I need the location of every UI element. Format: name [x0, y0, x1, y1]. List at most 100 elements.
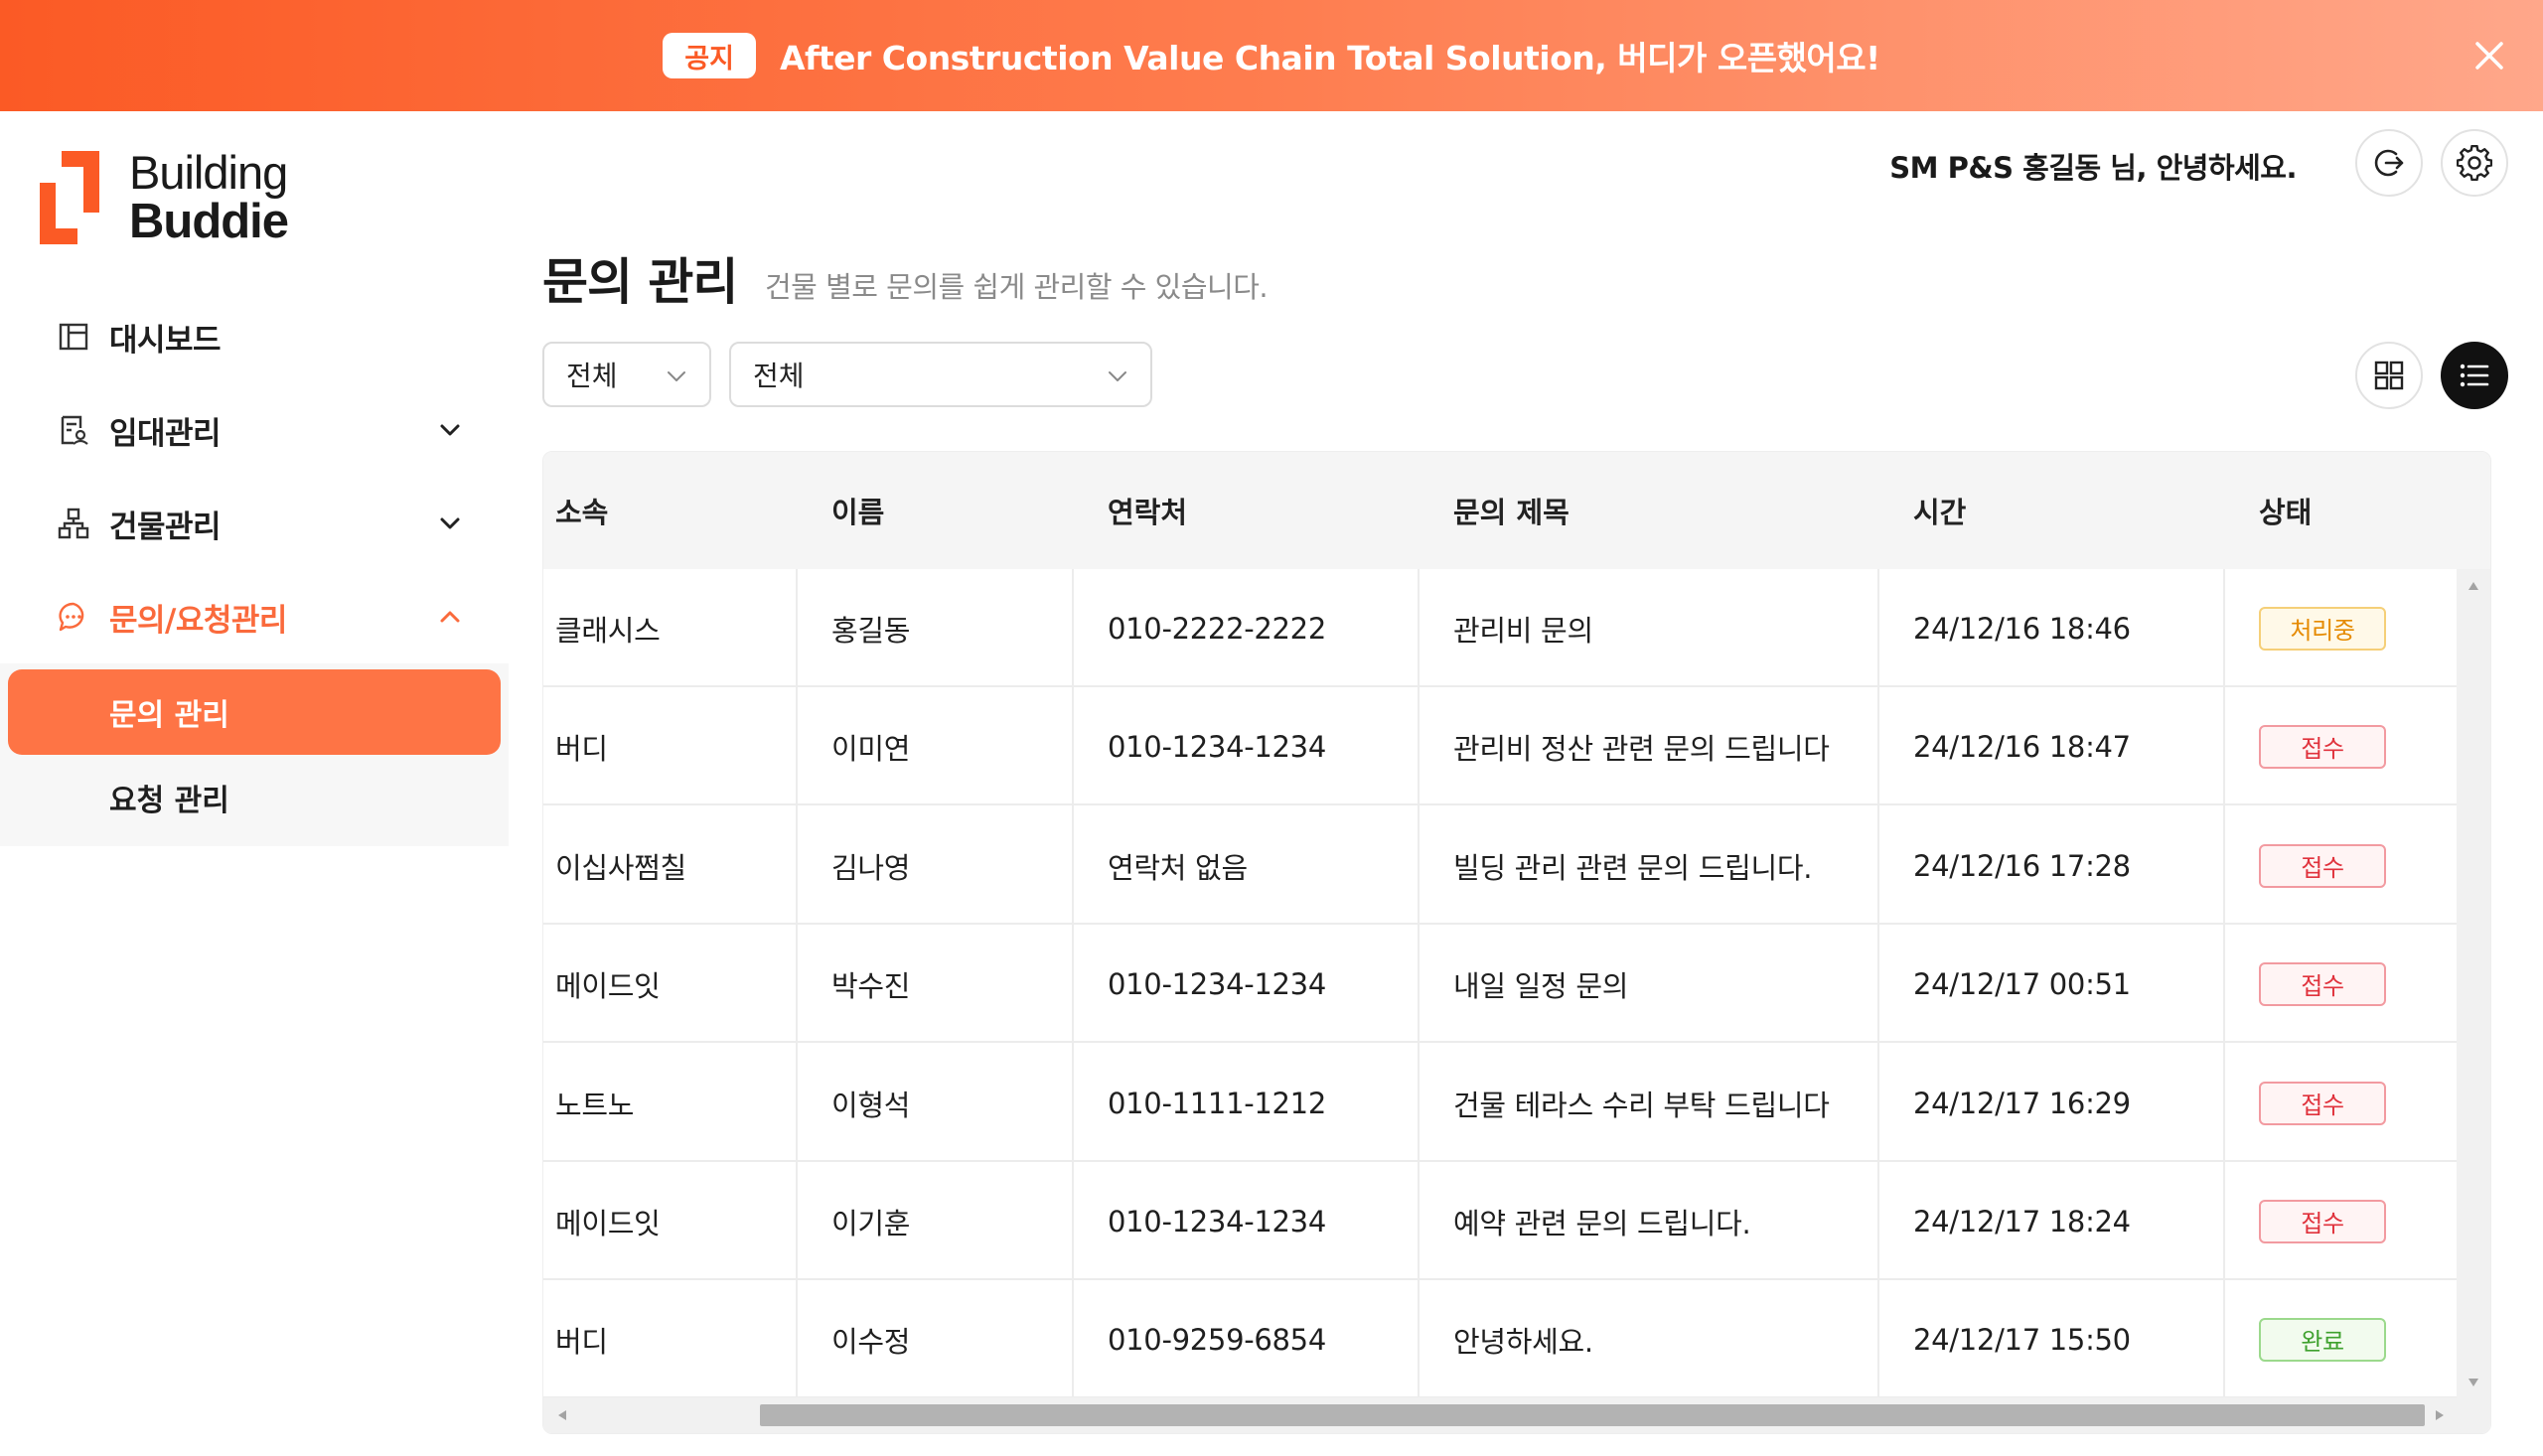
cell-org: 이십사쩜칠	[555, 850, 686, 885]
filter-select-value: 전체	[566, 360, 618, 392]
sidebar-item-label: 문의/요청관리	[109, 602, 287, 639]
table-row[interactable]: 버디 이미연 010-1234-1234 관리비 정산 관련 문의 드립니다 24/12…	[543, 687, 2459, 805]
cell-status: 접수	[2247, 806, 2386, 925]
sidebar-subitem-request-management[interactable]: 요청 관리	[8, 755, 501, 840]
cell-phone: 010-1234-1234	[1108, 729, 1326, 764]
vertical-scrollbar[interactable]	[2457, 569, 2490, 1399]
filter-select-1[interactable]: 전체	[542, 342, 711, 407]
filter-select-2[interactable]: 전체	[729, 342, 1152, 407]
gear-icon	[2457, 145, 2492, 181]
close-icon[interactable]	[2469, 36, 2509, 75]
status-badge: 접수	[2259, 961, 2386, 1006]
cell-time: 24/12/16 17:28	[1913, 848, 2131, 883]
contract-icon	[61, 415, 88, 445]
scroll-down-arrow-icon[interactable]	[2468, 1378, 2479, 1387]
table-header: 소속 이름 연락처 문의 제목 시간 상태	[543, 452, 2490, 569]
cell-time: 24/12/17 18:24	[1913, 1204, 2131, 1238]
sidebar-submenu: 문의 관리 요청 관리	[0, 663, 509, 846]
cell-name: 박수진	[831, 968, 911, 1003]
chevron-down-icon[interactable]	[439, 419, 461, 441]
cell-status: 접수	[2247, 687, 2386, 805]
cell-phone: 010-1234-1234	[1108, 1204, 1326, 1238]
list-icon	[2460, 364, 2489, 387]
horizontal-scrollbar[interactable]	[543, 1397, 2490, 1433]
cell-status: 처리중	[2247, 569, 2386, 687]
sidebar-item-inquiry[interactable]: 문의/요청관리	[0, 570, 509, 663]
status-badge: 접수	[2259, 1081, 2386, 1125]
cell-org: 메이드잇	[555, 1206, 661, 1240]
cell-subject: 건물 테라스 수리 부탁 드립니다	[1453, 1088, 1830, 1122]
horizontal-scroll-thumb[interactable]	[760, 1404, 2425, 1426]
brand-logo[interactable]: Building Buddie	[36, 147, 289, 248]
table-row[interactable]: 노트노 이형석 010-1111-1212 건물 테라스 수리 부탁 드립니다 24/1…	[543, 1044, 2459, 1162]
cell-name: 김나영	[831, 850, 911, 885]
cell-phone: 010-1234-1234	[1108, 966, 1326, 1001]
cell-org: 버디	[555, 1324, 608, 1359]
cell-name: 이미연	[831, 731, 911, 766]
cell-subject: 관리비 정산 관련 문의 드립니다	[1453, 731, 1830, 766]
user-greeting: SM P&S 홍길동 님, 안녕하세요.	[1889, 151, 2297, 185]
chevron-down-icon[interactable]	[439, 512, 461, 534]
cell-name: 이형석	[831, 1088, 911, 1122]
chevron-down-icon	[1109, 371, 1126, 381]
cell-status: 완료	[2247, 1280, 2386, 1398]
logo-mark-icon	[40, 151, 99, 244]
logout-icon	[2374, 149, 2404, 177]
cell-status: 접수	[2247, 1044, 2386, 1162]
table-row[interactable]: 버디 이수정 010-9259-6854 안녕하세요. 24/12/17 15:50 완료	[543, 1280, 2459, 1398]
cell-subject: 내일 일정 문의	[1453, 968, 1629, 1003]
cell-phone: 연락처 없음	[1108, 850, 1248, 885]
column-header-time[interactable]: 시간	[1901, 452, 1966, 569]
cell-subject: 빌딩 관리 관련 문의 드립니다.	[1453, 850, 1813, 885]
settings-button[interactable]	[2441, 129, 2508, 197]
column-header-org[interactable]: 소속	[543, 452, 608, 569]
chevron-down-icon	[668, 371, 685, 381]
notice-text[interactable]: After Construction Value Chain Total Sol…	[780, 32, 1880, 79]
column-header-status[interactable]: 상태	[2247, 452, 2312, 569]
sidebar-item-building[interactable]: 건물관리	[0, 477, 509, 570]
status-badge: 접수	[2259, 843, 2386, 888]
cell-org: 메이드잇	[555, 968, 661, 1003]
sidebar-item-label: 임대관리	[109, 415, 222, 452]
sidebar-item-dashboard[interactable]: 대시보드	[0, 290, 509, 383]
cell-org: 클래시스	[555, 613, 661, 648]
list-view-button[interactable]	[2441, 342, 2508, 409]
sidebar-item-label: 대시보드	[109, 322, 222, 359]
column-header-name[interactable]: 이름	[820, 452, 884, 569]
org-tree-icon	[58, 508, 89, 539]
logout-button[interactable]	[2355, 129, 2423, 197]
scroll-right-arrow-icon[interactable]	[2435, 1409, 2445, 1421]
cell-phone: 010-1111-1212	[1108, 1086, 1326, 1120]
sidebar-subitem-inquiry-management[interactable]: 문의 관리	[8, 669, 501, 755]
column-header-phone[interactable]: 연락처	[1096, 452, 1187, 569]
filter-select-value: 전체	[753, 360, 805, 392]
page-title: 문의 관리	[542, 253, 738, 311]
status-badge: 처리중	[2259, 606, 2386, 651]
grid-icon	[2374, 361, 2404, 390]
cell-time: 24/12/17 00:51	[1913, 966, 2131, 1001]
sidebar-item-label: 건물관리	[109, 509, 222, 545]
cell-phone: 010-9259-6854	[1108, 1322, 1326, 1357]
cell-time: 24/12/17 15:50	[1913, 1322, 2131, 1357]
cell-name: 홍길동	[831, 613, 911, 648]
cell-status: 접수	[2247, 925, 2386, 1043]
chat-icon	[59, 602, 84, 632]
chevron-up-icon[interactable]	[439, 606, 461, 628]
scroll-left-arrow-icon[interactable]	[557, 1409, 567, 1421]
brand-name-line2: Buddie	[129, 195, 289, 248]
status-badge: 접수	[2259, 724, 2386, 769]
cell-org: 버디	[555, 731, 608, 766]
grid-view-button[interactable]	[2355, 342, 2423, 409]
column-header-subject[interactable]: 문의 제목	[1441, 452, 1570, 569]
sidebar-item-lease[interactable]: 임대관리	[0, 383, 509, 477]
table-row[interactable]: 클래시스 홍길동 010-2222-2222 관리비 문의 24/12/16 18:46…	[543, 569, 2459, 687]
status-badge: 완료	[2259, 1317, 2386, 1362]
cell-subject: 관리비 문의	[1453, 613, 1593, 648]
scroll-up-arrow-icon[interactable]	[2468, 581, 2479, 591]
page-subtitle: 건물 별로 문의를 쉽게 관리할 수 있습니다.	[765, 270, 1269, 304]
table-row[interactable]: 메이드잇 박수진 010-1234-1234 내일 일정 문의 24/12/17 00:…	[543, 925, 2459, 1043]
table-row[interactable]: 메이드잇 이기훈 010-1234-1234 예약 관련 문의 드립니다. 24/12/…	[543, 1162, 2459, 1280]
inquiry-table: 소속 이름 연락처 문의 제목 시간 상태 클래시스 홍길동 010-2222-22…	[542, 451, 2491, 1434]
notice-banner: 공지 After Construction Value Chain Total …	[0, 0, 2543, 111]
table-row[interactable]: 이십사쩜칠 김나영 연락처 없음 빌딩 관리 관련 문의 드립니다. 24/12/16 …	[543, 806, 2459, 925]
